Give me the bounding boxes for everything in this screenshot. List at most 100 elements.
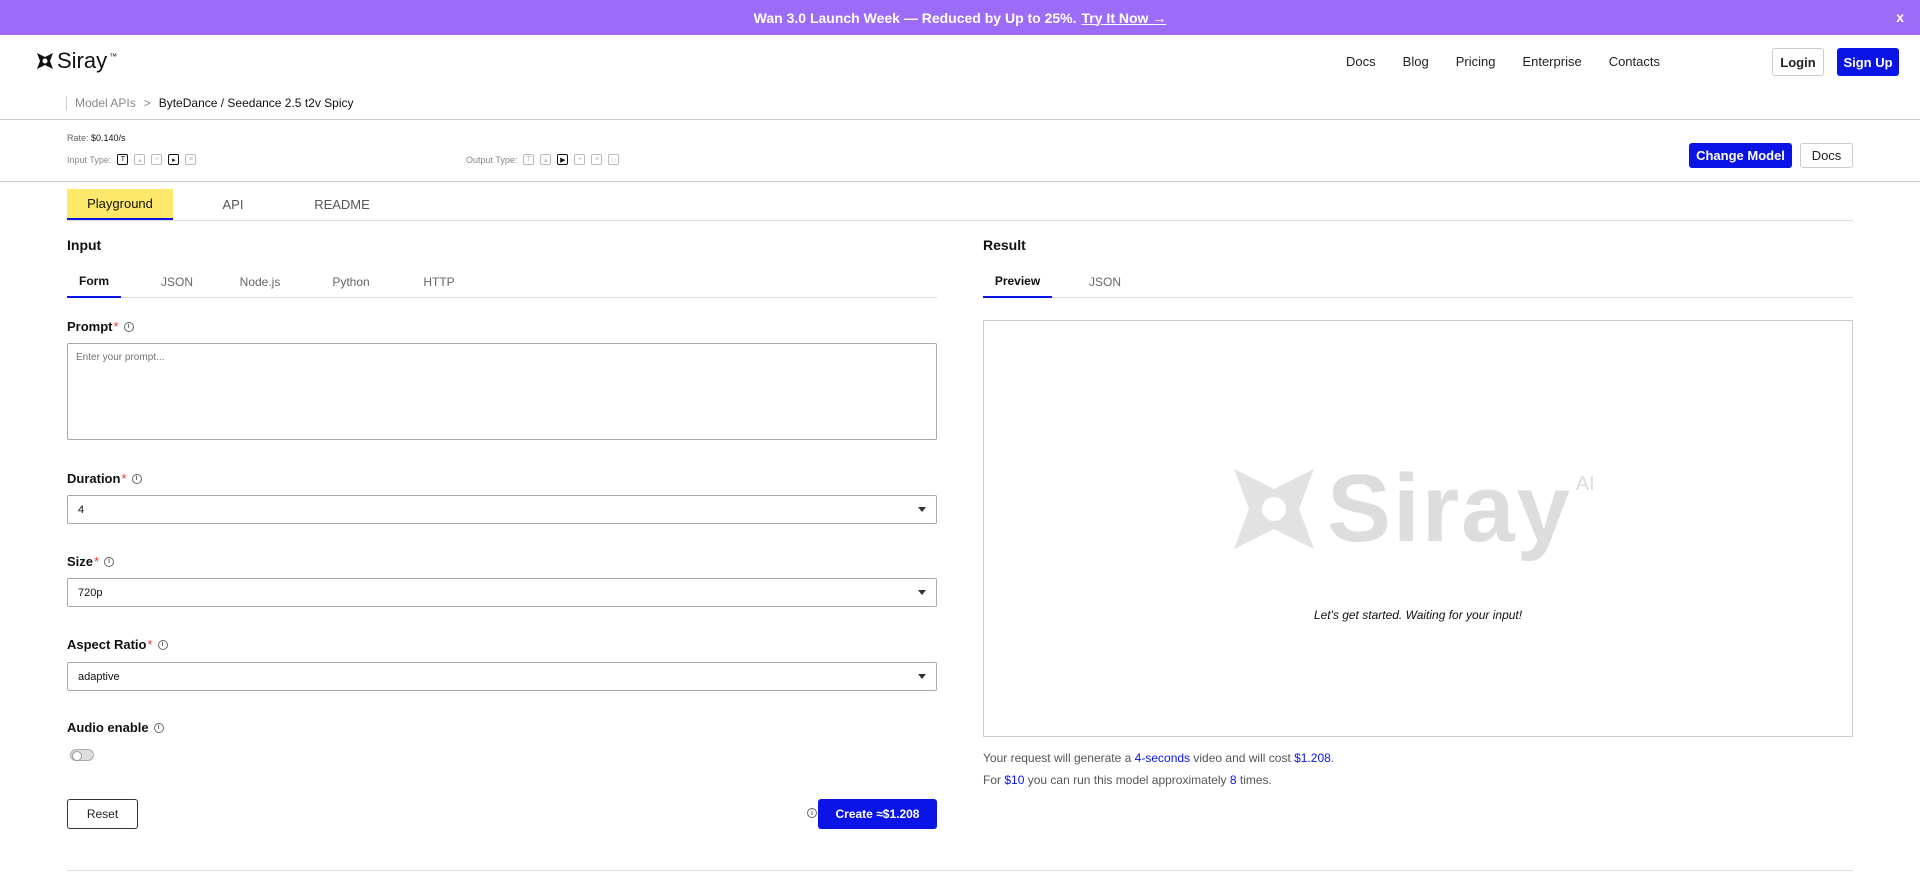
text-type-icon: T xyxy=(523,154,535,165)
nav-link-pricing[interactable]: Pricing xyxy=(1456,54,1496,69)
watermark: Siray AI xyxy=(1229,461,1595,557)
note-duration: 4-seconds xyxy=(1134,751,1191,765)
add-type-icon: + xyxy=(574,154,586,165)
image-type-icon: ▴ xyxy=(134,154,146,165)
reset-button[interactable]: Reset xyxy=(67,799,138,829)
prompt-label: Prompt * i xyxy=(67,319,134,334)
divider xyxy=(0,181,1920,182)
size-label: Size * i xyxy=(67,554,115,569)
docs-button[interactable]: Docs xyxy=(1800,143,1853,168)
watermark-ai: AI xyxy=(1575,472,1595,495)
duration-value: 4 xyxy=(78,503,85,516)
divider xyxy=(67,870,1853,871)
note-cost: $1.208 xyxy=(1294,751,1331,765)
divider xyxy=(0,119,1920,120)
breadcrumb-separator: > xyxy=(143,96,151,110)
audio-toggle[interactable] xyxy=(70,749,94,761)
note-text: video and will cost xyxy=(1193,751,1291,765)
tab-json[interactable]: JSON xyxy=(157,266,197,298)
output-type-label: Output Type: xyxy=(466,154,518,165)
tab-readme[interactable]: README xyxy=(312,189,372,220)
image-type-icon: ▴ xyxy=(540,154,552,165)
info-icon[interactable]: i xyxy=(807,808,817,818)
logo-text: Siray xyxy=(57,48,108,73)
aspect-ratio-select[interactable]: adaptive xyxy=(67,662,937,691)
nav-link-enterprise[interactable]: Enterprise xyxy=(1522,54,1581,69)
breadcrumb-model-apis[interactable]: Model APIs xyxy=(75,96,136,110)
chevron-down-icon xyxy=(918,507,926,512)
required-mark: * xyxy=(147,637,153,652)
runs-note: For $10 you can run this model approxima… xyxy=(983,773,1272,787)
nav-link-contacts[interactable]: Contacts xyxy=(1609,54,1660,69)
info-icon[interactable]: i xyxy=(157,639,168,650)
prompt-label-text: Prompt xyxy=(67,319,113,334)
audio-label: Audio enable i xyxy=(67,720,164,735)
size-value: 720p xyxy=(78,586,103,599)
required-mark: * xyxy=(94,554,100,569)
tab-python[interactable]: Python xyxy=(328,266,374,298)
size-select[interactable]: 720p xyxy=(67,578,937,607)
note-times: 8 xyxy=(1229,773,1237,787)
create-button[interactable]: Create ≈$1.208 xyxy=(818,799,937,829)
audio-label-text: Audio enable xyxy=(67,720,149,735)
input-type-label: Input Type: xyxy=(67,154,112,165)
note-text: times. xyxy=(1239,773,1272,787)
signup-button[interactable]: Sign Up xyxy=(1837,48,1899,76)
login-button[interactable]: Login xyxy=(1772,48,1824,76)
siray-logo-icon xyxy=(37,53,53,69)
rate-value: $0.140/s xyxy=(91,133,126,143)
video-type-icon: ▸ xyxy=(168,154,180,165)
aspect-ratio-value: adaptive xyxy=(78,670,120,683)
info-icon[interactable]: i xyxy=(153,722,164,733)
chevron-down-icon xyxy=(918,674,926,679)
breadcrumb: Model APIs > ByteDance / Seedance 2.5 t2… xyxy=(66,96,354,110)
breadcrumb-current: ByteDance / Seedance 2.5 t2v Spicy xyxy=(158,96,354,110)
note-text: you can run this model approximately xyxy=(1027,773,1227,787)
watermark-text: Siray xyxy=(1327,455,1572,562)
nav-link-docs[interactable]: Docs xyxy=(1346,54,1376,69)
tab-http[interactable]: HTTP xyxy=(419,266,459,298)
preview-panel: Siray AI Let's get started. Waiting for … xyxy=(983,320,1853,737)
note-text: . xyxy=(1330,751,1335,765)
info-icon[interactable]: i xyxy=(131,473,142,484)
close-icon[interactable]: x xyxy=(1896,9,1904,25)
banner-try-link[interactable]: Try It Now → xyxy=(1082,10,1167,26)
required-mark: * xyxy=(121,471,127,486)
required-mark: * xyxy=(113,319,119,334)
logo[interactable]: Siray ™ xyxy=(36,48,117,74)
duration-select[interactable]: 4 xyxy=(67,495,937,524)
tab-playground[interactable]: Playground xyxy=(67,189,173,220)
siray-watermark-icon xyxy=(1234,469,1314,549)
input-type-row: Input Type: T ▴ + ▸ ≡ xyxy=(67,154,197,165)
tab-nodejs[interactable]: Node.js xyxy=(235,266,285,298)
output-type-row: Output Type: T ▴ ▶ + ≡ ◇ xyxy=(466,154,620,165)
result-title: Result xyxy=(983,237,1026,253)
input-tabs: Form JSON Node.js Python HTTP xyxy=(67,266,937,298)
text-type-icon: T xyxy=(117,154,129,165)
note-text: Your request will generate a xyxy=(983,751,1132,765)
info-icon[interactable]: i xyxy=(123,321,134,332)
note-amount: $10 xyxy=(1004,773,1025,787)
nav-links: Docs Blog Pricing Enterprise Contacts xyxy=(1346,54,1660,69)
input-title: Input xyxy=(67,237,102,253)
size-label-text: Size xyxy=(67,554,94,569)
change-model-button[interactable]: Change Model xyxy=(1689,143,1792,168)
info-icon[interactable]: i xyxy=(104,556,115,567)
tab-api[interactable]: API xyxy=(208,189,258,220)
banner-text: Wan 3.0 Launch Week — Reduced by Up to 2… xyxy=(753,9,1077,26)
chevron-down-icon xyxy=(918,590,926,595)
nav-link-blog[interactable]: Blog xyxy=(1403,54,1429,69)
aspect-ratio-label: Aspect Ratio * i xyxy=(67,637,168,652)
prompt-input[interactable] xyxy=(67,343,937,440)
top-nav: Siray ™ Docs Blog Pricing Enterprise Con… xyxy=(0,35,1920,90)
tab-result-json[interactable]: JSON xyxy=(1085,266,1125,298)
rate-info: Rate: $0.140/s xyxy=(67,133,126,143)
cost-note: Your request will generate a 4-seconds v… xyxy=(983,751,1334,765)
aspect-ratio-label-text: Aspect Ratio xyxy=(67,637,147,652)
duration-label: Duration * i xyxy=(67,471,142,486)
file-type-icon: ≡ xyxy=(591,154,603,165)
note-text: For xyxy=(983,773,1001,787)
duration-label-text: Duration xyxy=(67,471,121,486)
tab-form[interactable]: Form xyxy=(67,266,121,298)
tab-preview[interactable]: Preview xyxy=(983,266,1052,298)
